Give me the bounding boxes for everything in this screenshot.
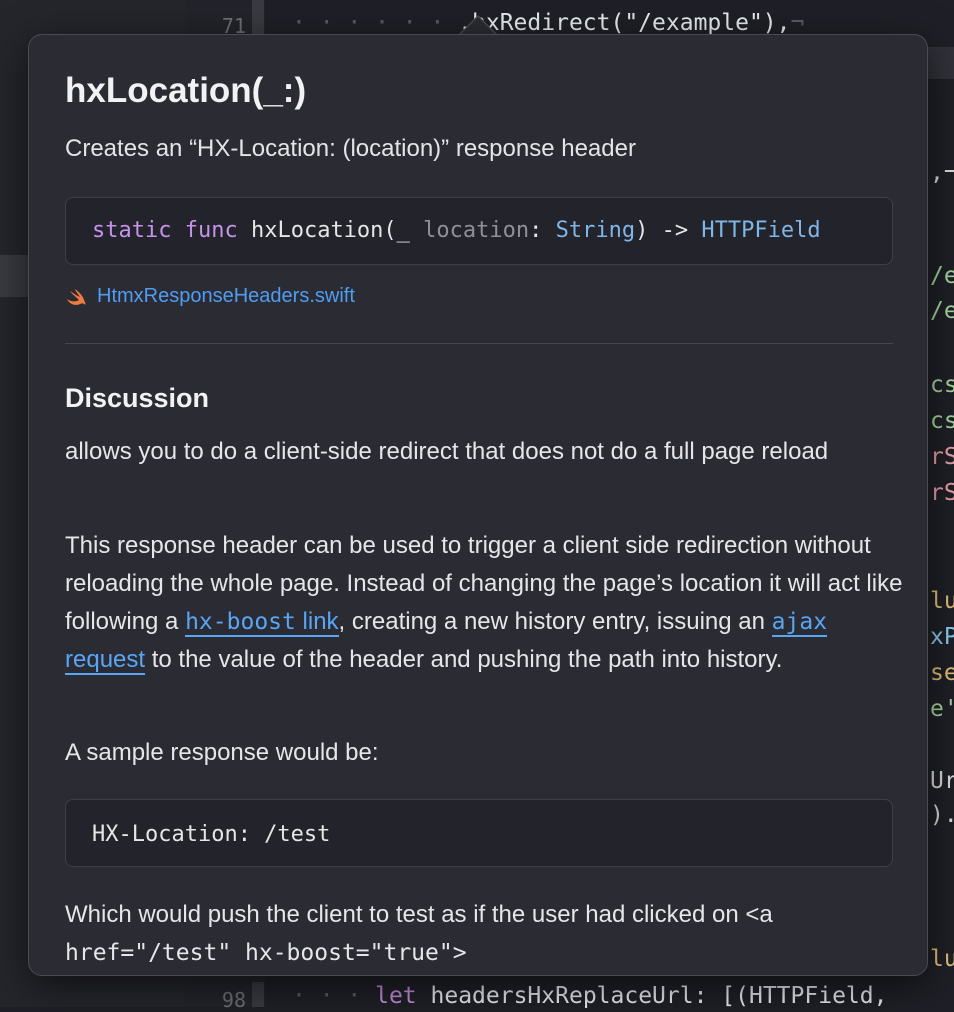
code-fragment: Ur <box>930 768 954 794</box>
gutter-marker <box>252 982 264 1007</box>
code-line[interactable]: · · · let headersHxReplaceUrl: [(HTTPFie… <box>292 983 887 1009</box>
source-file-label[interactable]: HtmxResponseHeaders.swift <box>97 285 355 308</box>
symbol-title: hxLocation(_:) <box>65 71 307 110</box>
code-fragment: lu <box>930 946 954 972</box>
divider <box>65 343 893 344</box>
code-fragment: xP <box>930 624 954 650</box>
sample-code-block: HX-Location: /test <box>65 799 893 867</box>
code-fragment: cs <box>930 408 954 434</box>
code-fragment: cs <box>930 372 954 398</box>
discussion-paragraph: A sample response would be: <box>65 739 379 766</box>
code-fragment: ). <box>930 802 954 828</box>
hx-boost-link[interactable]: hx-boost link <box>185 608 339 637</box>
discussion-paragraph: Which would push the client to test as i… <box>65 901 773 966</box>
line-number: 98 <box>221 988 246 1012</box>
code-fragment: lu <box>930 588 954 614</box>
source-file-link[interactable]: HtmxResponseHeaders.swift <box>65 285 355 308</box>
quick-help-popover: hxLocation(_:) Creates an “HX-Location: … <box>28 34 928 976</box>
discussion-paragraph: allows you to do a client-side redirect … <box>65 438 829 465</box>
code-fragment: /e <box>930 263 954 289</box>
code-fragment: e' <box>930 696 954 722</box>
code-fragment: ,¬ <box>930 160 954 186</box>
declaration-box: static func hxLocation(_ location: Strin… <box>65 197 893 265</box>
discussion-paragraph: This response header can be used to trig… <box>65 532 903 675</box>
code-fragment: se <box>930 660 954 686</box>
swift-icon <box>65 287 89 307</box>
code-fragment: /e <box>930 298 954 324</box>
code-fragment: rS <box>930 480 954 506</box>
discussion-heading: Discussion <box>65 383 210 413</box>
symbol-summary: Creates an “HX-Location: (location)” res… <box>65 135 636 162</box>
navigator-selection <box>0 255 28 297</box>
code-fragment: rS <box>930 444 954 470</box>
code-line[interactable]: · · · · · · .hxRedirect("/example"),¬ <box>292 10 804 36</box>
popover-arrow-fill <box>460 17 496 35</box>
